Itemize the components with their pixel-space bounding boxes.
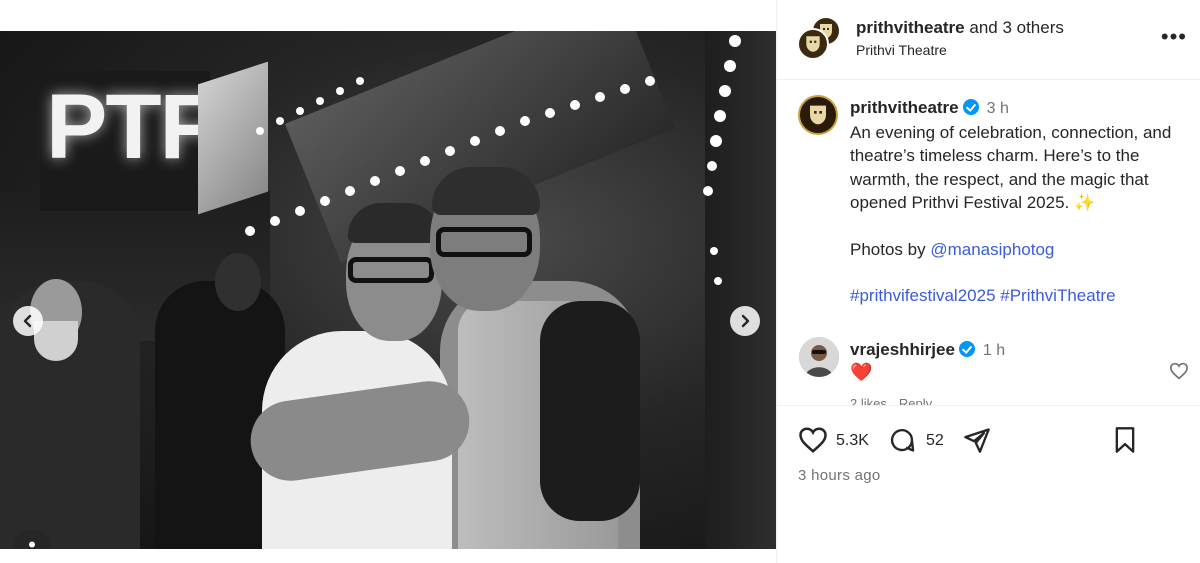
theatre-mask-icon bbox=[806, 36, 820, 52]
comment-likes[interactable]: 2 likes bbox=[850, 396, 887, 405]
hashtags: #prithvifestival2025 #PrithviTheatre bbox=[850, 284, 1195, 308]
chevron-right-icon bbox=[741, 314, 750, 328]
save-button[interactable] bbox=[1112, 426, 1138, 459]
post-actions: 5.3K 52 3 hours ago bbox=[777, 405, 1200, 563]
comment-text: ❤️ bbox=[850, 362, 873, 382]
hashtag-link[interactable]: #PrithviTheatre bbox=[1000, 286, 1115, 305]
photo-credit-prefix: Photos by bbox=[850, 239, 931, 259]
photo-man-left-hair bbox=[348, 203, 440, 243]
header-account-line: prithvitheatre and 3 others bbox=[856, 18, 1064, 38]
photo-credit: Photos by @manasiphotog bbox=[850, 238, 1195, 262]
post-caption-block: prithvitheatre 3 h An evening of celebrat… bbox=[850, 96, 1195, 308]
photo-man-right-hair bbox=[432, 167, 540, 215]
post-author-username[interactable]: prithvitheatre bbox=[850, 98, 959, 117]
marquee-lights-right bbox=[703, 35, 741, 285]
comment-button[interactable] bbox=[887, 426, 917, 459]
like-count[interactable]: 5.3K bbox=[836, 432, 869, 450]
share-button[interactable] bbox=[962, 426, 992, 459]
photo-sign-text: PTF bbox=[46, 76, 216, 178]
photo-man-right-sleeve bbox=[540, 301, 640, 521]
comment-like-button[interactable] bbox=[1169, 362, 1189, 385]
photo-bystander-back-head bbox=[215, 253, 261, 311]
photographer-mention-link[interactable]: @manasiphotog bbox=[930, 240, 1054, 259]
photo-man-left-glasses bbox=[348, 257, 434, 283]
post-side-panel: prithvitheatre and 3 others Prithvi Thea… bbox=[776, 0, 1200, 563]
comment-count: 52 bbox=[926, 432, 944, 449]
header-collaborators[interactable]: and 3 others bbox=[965, 18, 1064, 37]
carousel-prev-button[interactable] bbox=[13, 306, 43, 336]
profile-photo bbox=[799, 337, 839, 377]
header-username[interactable]: prithvitheatre bbox=[856, 18, 965, 37]
commenter-avatar[interactable] bbox=[799, 337, 839, 377]
user-tag-icon bbox=[29, 541, 35, 548]
share-icon bbox=[964, 428, 990, 453]
comment-time[interactable]: 1 h bbox=[983, 342, 1005, 359]
post-timestamp[interactable]: 3 hours ago bbox=[798, 467, 881, 484]
more-icon: ••• bbox=[1160, 24, 1187, 49]
post-header: prithvitheatre and 3 others Prithvi Thea… bbox=[777, 0, 1200, 80]
bookmark-icon bbox=[1115, 427, 1135, 453]
post-media-carousel[interactable]: PTF bbox=[0, 31, 776, 549]
carousel-next-button[interactable] bbox=[730, 306, 760, 336]
theatre-mask-icon bbox=[810, 105, 826, 125]
photo-man-right-glasses bbox=[436, 227, 532, 257]
post-caption: An evening of celebration, connection, a… bbox=[850, 122, 1172, 213]
verified-icon bbox=[958, 341, 975, 357]
comments-area[interactable]: prithvitheatre 3 h An evening of celebrat… bbox=[777, 80, 1200, 405]
post-dialog: PTF prithvitheatre and 3 others Prithvi … bbox=[0, 0, 1200, 563]
commenter-username[interactable]: vrajeshhirjee bbox=[850, 340, 955, 359]
post-author-avatar[interactable] bbox=[798, 95, 838, 135]
comment-meta: 2 likes Reply bbox=[850, 396, 944, 405]
heart-icon bbox=[1169, 362, 1189, 380]
header-location[interactable]: Prithvi Theatre bbox=[856, 42, 947, 58]
comment-header: vrajeshhirjee 1 h bbox=[850, 338, 1150, 362]
comment-reply-button[interactable]: Reply bbox=[899, 396, 932, 405]
comment-icon bbox=[890, 429, 915, 452]
heart-icon bbox=[799, 427, 827, 453]
collab-avatar-front bbox=[797, 28, 829, 60]
chevron-left-icon bbox=[23, 314, 32, 328]
collab-avatars[interactable] bbox=[797, 16, 841, 60]
post-time-short[interactable]: 3 h bbox=[987, 100, 1009, 117]
verified-icon bbox=[962, 99, 979, 115]
like-button[interactable] bbox=[798, 426, 828, 459]
hashtag-link[interactable]: #prithvifestival2025 bbox=[850, 286, 996, 305]
more-options-button[interactable]: ••• bbox=[1161, 26, 1187, 48]
